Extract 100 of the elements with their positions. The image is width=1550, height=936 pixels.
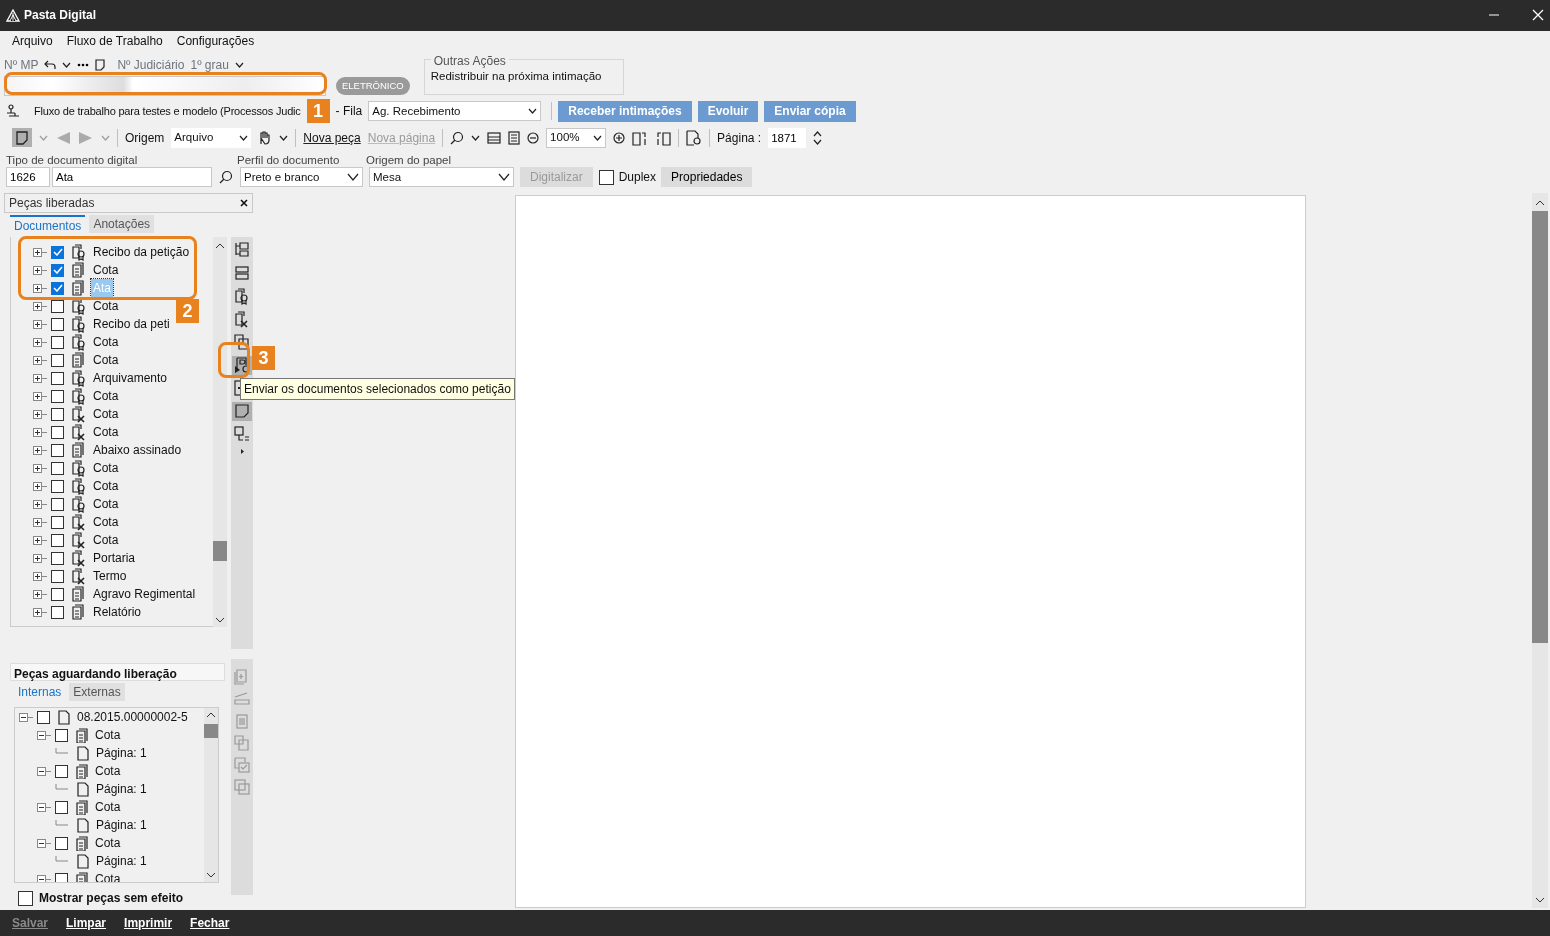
dropdown-caret-icon[interactable] — [279, 134, 289, 141]
checkbox[interactable] — [55, 764, 68, 778]
tree-item[interactable]: Cota — [91, 477, 121, 496]
checkbox[interactable] — [55, 872, 68, 883]
tree-item[interactable]: Cota — [91, 531, 121, 550]
expand-icon[interactable] — [33, 517, 47, 527]
tree-item[interactable]: Portaria — [91, 549, 138, 568]
collapse-icon[interactable] — [19, 712, 33, 722]
tree-item[interactable]: Arquivamento — [91, 369, 170, 388]
expand-icon[interactable] — [33, 319, 47, 329]
expand-icon[interactable] — [33, 337, 47, 347]
tree-item[interactable]: Cota — [91, 423, 121, 442]
expand-icon[interactable] — [33, 607, 47, 617]
checkbox[interactable] — [18, 890, 33, 906]
collapse-icon[interactable] — [37, 766, 51, 776]
tree-item[interactable]: Cota — [91, 405, 121, 424]
dropdown-caret-icon[interactable] — [239, 134, 249, 141]
toolbar-link[interactable]: Nova peça — [303, 128, 361, 147]
expand-icon[interactable] — [33, 571, 47, 581]
checkbox[interactable] — [51, 389, 64, 403]
scrollbar-thumb[interactable] — [1532, 211, 1548, 644]
queue-select[interactable]: Ag. Recebimento — [368, 101, 542, 122]
footer-button[interactable]: Imprimir — [124, 914, 173, 933]
checkbox[interactable] — [55, 728, 68, 742]
expand-icon[interactable] — [33, 391, 47, 401]
list-icon[interactable] — [234, 426, 250, 444]
dropdown-caret-icon[interactable] — [234, 62, 244, 69]
expand-icon[interactable] — [33, 427, 47, 437]
menu-item[interactable]: Arquivo — [12, 32, 53, 51]
dropdown-caret-icon[interactable] — [593, 134, 603, 141]
tree-item[interactable]: Página: 1 — [94, 744, 149, 763]
expand-icon[interactable] — [33, 373, 47, 383]
tree-item[interactable]: Página: 1 — [94, 780, 149, 799]
checkbox[interactable] — [51, 533, 64, 547]
tree-item[interactable]: Recibo da peti — [91, 315, 172, 334]
collapse-icon[interactable] — [37, 838, 51, 848]
more-icon[interactable] — [77, 63, 90, 68]
tree-item[interactable]: 08.2015.00000002-5 — [75, 708, 190, 727]
checkbox[interactable] — [51, 263, 64, 277]
tree-item[interactable]: Página: 1 — [94, 816, 149, 835]
checkbox[interactable] — [51, 407, 64, 421]
close-icon[interactable] — [240, 199, 248, 208]
checkbox[interactable] — [37, 710, 50, 724]
document-icon[interactable] — [95, 59, 106, 72]
tree-item[interactable]: Cota — [93, 762, 123, 781]
dropdown-caret-icon[interactable] — [471, 134, 481, 141]
page-number-field[interactable]: 1871 — [768, 127, 807, 148]
checkbox[interactable] — [51, 461, 64, 475]
hierarchy-icon[interactable] — [234, 242, 250, 260]
expand-icon[interactable] — [33, 553, 47, 563]
hand-icon[interactable] — [258, 130, 273, 146]
tree-item[interactable]: Cota — [91, 297, 121, 316]
checkbox[interactable] — [51, 371, 64, 385]
checkbox[interactable] — [51, 281, 64, 295]
origin-select[interactable]: Arquivo — [171, 127, 252, 148]
collapse-icon[interactable] — [37, 802, 51, 812]
document-check-icon[interactable] — [234, 757, 250, 774]
tab[interactable]: Externas — [69, 683, 125, 702]
dropdown-caret-icon[interactable] — [62, 62, 72, 69]
checkbox[interactable] — [51, 497, 64, 511]
checkbox[interactable] — [55, 836, 68, 850]
tree-item[interactable]: Página: 1 — [94, 852, 149, 871]
type-code-field[interactable]: 1626 — [6, 167, 50, 188]
collapse-icon[interactable] — [37, 874, 51, 883]
tree-item[interactable]: Cota — [93, 834, 123, 853]
checkbox[interactable] — [51, 515, 64, 529]
tree-item[interactable]: Abaixo assinado — [91, 441, 184, 460]
profile-select[interactable]: Preto e branco — [240, 167, 363, 188]
checkbox[interactable] — [51, 353, 64, 367]
menu-item[interactable]: Configurações — [176, 32, 255, 51]
checkbox[interactable] — [51, 587, 64, 601]
tree-item[interactable]: Cota — [91, 459, 121, 478]
footer-button[interactable]: Fechar — [190, 914, 230, 933]
page-view-button[interactable] — [12, 128, 32, 148]
tree-item[interactable]: Agravo Regimental — [91, 585, 198, 604]
checkbox[interactable] — [51, 335, 64, 349]
zoom-out-icon[interactable] — [527, 131, 540, 144]
sealed-document-icon[interactable] — [234, 288, 250, 306]
rows-icon[interactable] — [234, 265, 250, 283]
checkbox[interactable] — [51, 317, 64, 331]
type-name-field[interactable]: Ata — [52, 167, 212, 188]
dropdown-caret-icon[interactable] — [528, 108, 538, 115]
tree-item[interactable]: Termo — [91, 567, 129, 586]
document-x-icon[interactable] — [234, 311, 250, 329]
expand-icon[interactable] — [33, 283, 47, 293]
spinner-icon[interactable] — [813, 130, 823, 145]
tree-item[interactable]: Cota — [91, 513, 121, 532]
tree-item[interactable]: Cota — [93, 726, 123, 745]
fit-page-icon[interactable] — [508, 130, 521, 145]
expand-icon[interactable] — [33, 265, 47, 275]
tree-item[interactable]: Cota — [91, 495, 121, 514]
checkbox[interactable] — [51, 245, 64, 259]
scrollbar-thumb[interactable] — [213, 541, 227, 562]
tree-item[interactable]: Relatório — [91, 603, 144, 622]
collapse-icon[interactable] — [37, 730, 51, 740]
tree-item[interactable]: Cota — [91, 261, 121, 280]
checkbox[interactable] — [598, 169, 614, 185]
checkbox[interactable] — [51, 605, 64, 619]
tab[interactable]: Internas — [14, 683, 66, 702]
tree-item[interactable]: Cota — [93, 798, 123, 817]
